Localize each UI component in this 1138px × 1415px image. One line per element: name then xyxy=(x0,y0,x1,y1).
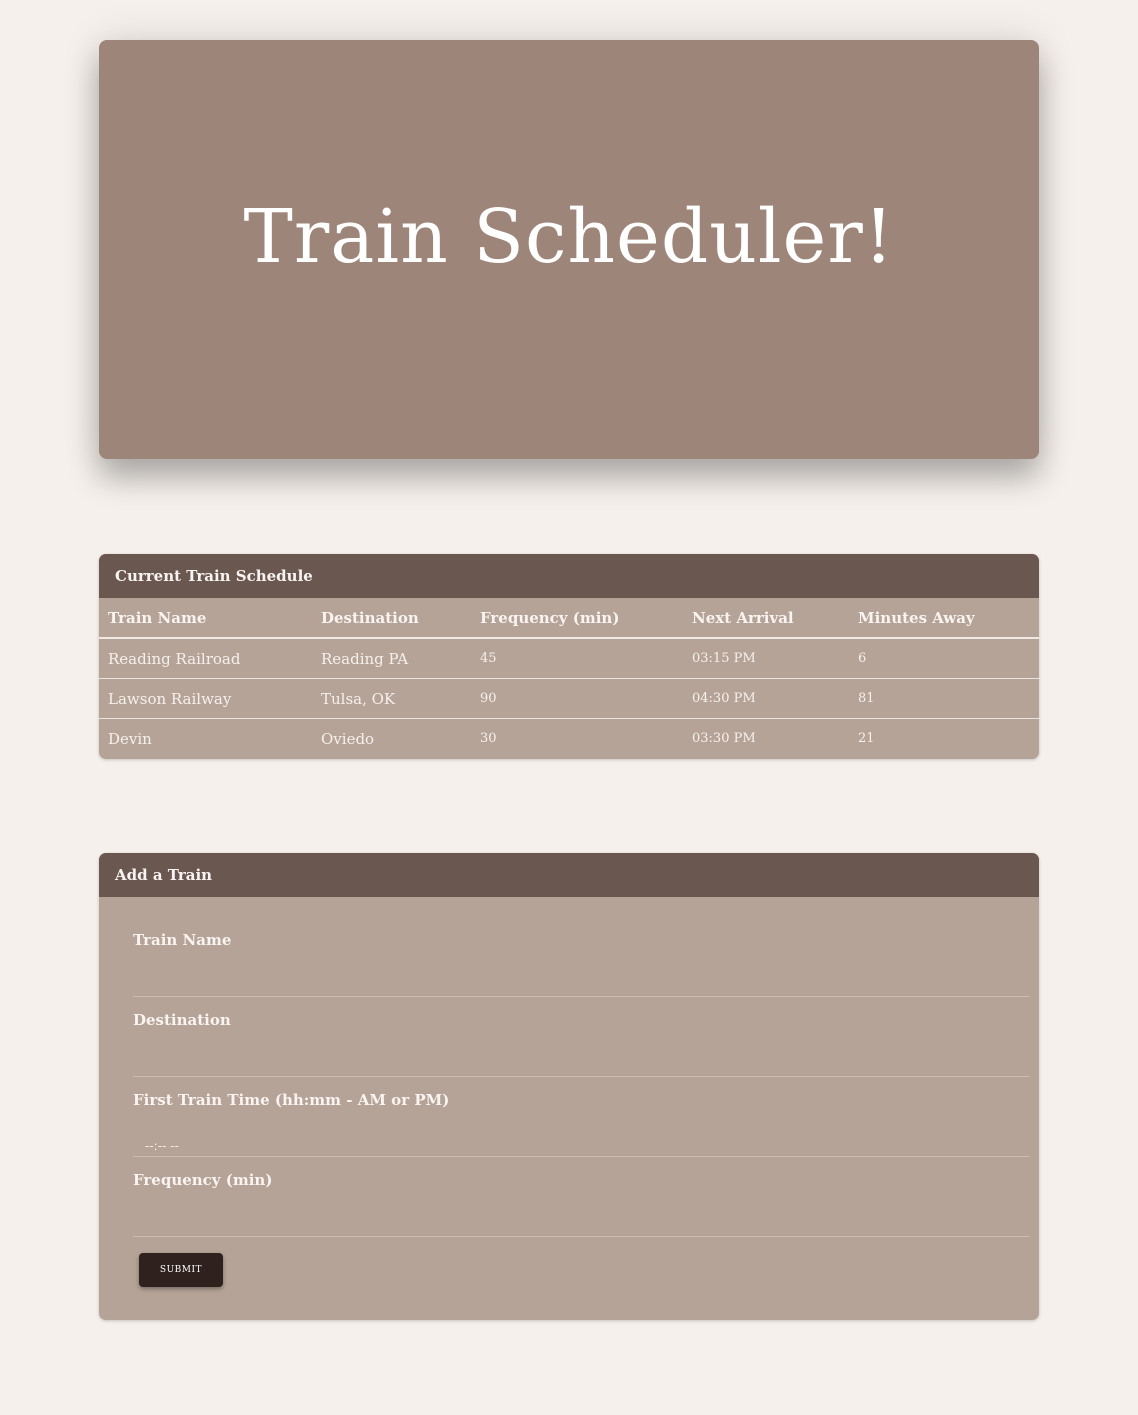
cell-next-arrival: 03:15 PM xyxy=(683,638,849,679)
page-title: Train Scheduler! xyxy=(243,193,895,280)
cell-train-name: Devin xyxy=(108,729,152,748)
submit-button[interactable]: SUBMIT xyxy=(139,1253,223,1287)
train-name-label: Train Name xyxy=(133,931,232,949)
first-train-time-field: First Train Time (hh:mm - AM or PM) --:-… xyxy=(133,1077,1029,1157)
cell-frequency: 30 xyxy=(480,731,497,746)
cell-minutes-away: 81 xyxy=(849,678,1039,719)
table-row: Reading Railroad Reading PA 45 03:15 PM … xyxy=(99,638,1039,679)
column-header-next-arrival: Next Arrival xyxy=(683,598,849,639)
frequency-field: Frequency (min) xyxy=(133,1157,1029,1237)
cell-train-name: Lawson Railway xyxy=(99,678,312,719)
cell-destination: Reading PA xyxy=(312,638,471,679)
add-train-form: Train Name Destination First Train Time … xyxy=(99,897,1039,1237)
cell-next-arrival: 03:30 PM xyxy=(692,731,756,746)
column-header-destination: Destination xyxy=(312,598,471,639)
schedule-card: Current Train Schedule Train Name Destin… xyxy=(99,554,1039,759)
add-train-card: Add a Train Train Name Destination First… xyxy=(99,853,1039,1320)
hero-banner: Train Scheduler! xyxy=(99,40,1039,459)
first-train-time-input[interactable] xyxy=(133,1132,1029,1156)
column-header-frequency: Frequency (min) xyxy=(471,598,683,639)
cell-destination: Tulsa, OK xyxy=(312,678,471,719)
destination-field: Destination xyxy=(133,997,1029,1077)
cell-train-name: Reading Railroad xyxy=(99,638,312,679)
frequency-input[interactable] xyxy=(133,1212,1029,1236)
cell-minutes-away: 6 xyxy=(849,638,1039,679)
destination-input[interactable] xyxy=(133,1052,1029,1076)
schedule-table: Train Name Destination Frequency (min) N… xyxy=(99,598,1039,758)
add-train-card-header: Add a Train xyxy=(99,853,1039,897)
table-row: Lawson Railway Tulsa, OK 90 04:30 PM 81 xyxy=(99,678,1039,719)
table-header-row: Train Name Destination Frequency (min) N… xyxy=(99,598,1039,639)
train-name-input[interactable] xyxy=(133,972,1029,996)
cell-next-arrival: 04:30 PM xyxy=(683,678,849,719)
column-header-train-name: Train Name xyxy=(99,598,312,639)
column-header-minutes-away: Minutes Away xyxy=(849,598,1039,639)
cell-frequency: 45 xyxy=(471,638,683,679)
schedule-card-header: Current Train Schedule xyxy=(99,554,1039,598)
table-row: Devin Oviedo 30 03:30 PM 21 xyxy=(99,719,1039,759)
cell-destination: Oviedo xyxy=(321,729,375,748)
frequency-label: Frequency (min) xyxy=(133,1171,273,1189)
cell-frequency: 90 xyxy=(471,678,683,719)
cell-minutes-away: 21 xyxy=(858,731,875,746)
train-name-field: Train Name xyxy=(133,917,1029,997)
first-train-time-label: First Train Time (hh:mm - AM or PM) xyxy=(133,1091,450,1109)
destination-label: Destination xyxy=(133,1011,231,1029)
